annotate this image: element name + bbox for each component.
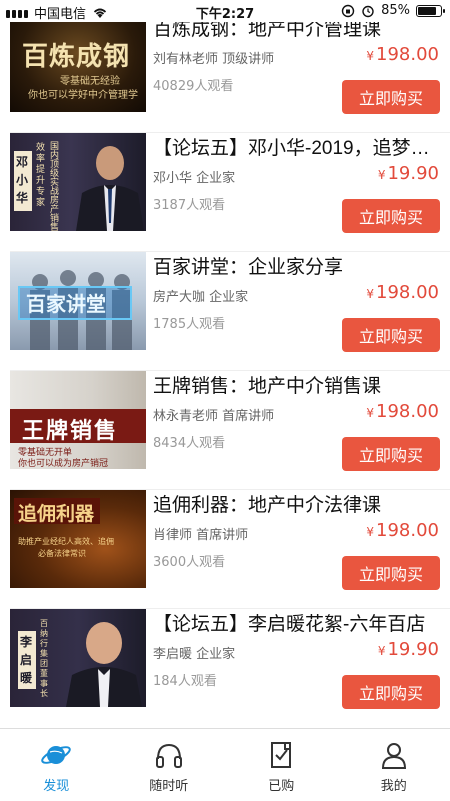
thumb-headline: 邓小华 (16, 153, 30, 207)
course-price: ¥198.00 (366, 401, 439, 422)
thumb-subtitle: 助推产业经纪人高效、追佣 (18, 536, 114, 547)
course-price: ¥198.00 (366, 282, 439, 303)
thumb-subtitle: 必备法律常识 (38, 548, 86, 559)
headphones-icon (153, 739, 185, 771)
course-teacher: 林永青老师 首席讲师 (153, 405, 274, 424)
course-teacher: 房产大咖 企业家 (153, 286, 248, 305)
thumb-headline: 百家讲堂 (26, 288, 106, 317)
course-viewers: 1785人观看 (153, 313, 225, 332)
thumb-headline: 百炼成钢 (22, 36, 130, 73)
speaker-photo (66, 133, 146, 231)
thumb-subtitle: 百纳行集团董事长 (40, 619, 50, 699)
buy-now-button[interactable]: 立即购买 (342, 556, 440, 590)
course-thumbnail[interactable]: 邓小华 效率提升专家 国内顶级实战房产销售 (10, 133, 146, 231)
course-teacher: 李启暖 企业家 (153, 643, 235, 662)
course-title[interactable]: 王牌销售：地产中介销售课 (153, 371, 443, 398)
buy-now-button[interactable]: 立即购买 (342, 80, 440, 114)
course-thumbnail[interactable]: 王牌销售 零基础无开单 你也可以成为房产销冠 (10, 371, 146, 469)
course-item[interactable]: 李启暖 百纳行集团董事长 【论坛五】李启暖花絮-六年百店 李启暖 企业家 ¥19… (0, 609, 450, 728)
course-teacher: 肖律师 首席讲师 (153, 524, 248, 543)
course-title[interactable]: 【论坛五】李启暖花絮-六年百店 (153, 609, 443, 636)
course-thumbnail[interactable]: 百炼成钢 零基础无经验 你也可以学好中介管理学 (10, 14, 146, 112)
course-viewers: 3600人观看 (153, 551, 225, 570)
course-title[interactable]: 百家讲堂：企业家分享 (153, 252, 443, 279)
buy-now-button[interactable]: 立即购买 (342, 199, 440, 233)
battery-percent: 85% (381, 3, 410, 18)
course-viewers: 3187人观看 (153, 194, 225, 213)
thumb-subtitle: 零基础无经验 (60, 72, 120, 87)
buy-now-button[interactable]: 立即购买 (342, 437, 440, 471)
course-price: ¥19.90 (378, 163, 439, 184)
course-item[interactable]: 百家讲堂 百家讲堂：企业家分享 房产大咖 企业家 ¥198.00 1785人观看… (0, 252, 450, 371)
thumb-headline: 王牌销售 (22, 413, 118, 445)
course-thumbnail[interactable]: 百家讲堂 (10, 252, 146, 350)
thumb-subtitle: 国内顶级实战房产销售 (50, 143, 62, 231)
course-price: ¥19.90 (378, 639, 439, 660)
buy-now-button[interactable]: 立即购买 (342, 675, 440, 709)
course-viewers: 40829人观看 (153, 75, 233, 94)
course-title[interactable]: 追佣利器：地产中介法律课 (153, 490, 443, 517)
tab-discover[interactable]: 发现 (0, 729, 113, 801)
thumb-headline: 追佣利器 (18, 499, 94, 526)
tab-mine[interactable]: 我的 (338, 729, 450, 801)
purchased-check-icon (265, 739, 297, 771)
buy-now-button[interactable]: 立即购买 (342, 318, 440, 352)
tab-purchased[interactable]: 已购 (225, 729, 338, 801)
bottom-tab-bar: 发现 随时听 已购 我的 (0, 728, 450, 801)
course-list[interactable]: 百炼成钢 零基础无经验 你也可以学好中介管理学 百炼成钢：地产中介管理课 刘有林… (0, 0, 450, 728)
tab-label: 已购 (268, 775, 294, 794)
course-viewers: 8434人观看 (153, 432, 225, 451)
course-item[interactable]: 追佣利器 助推产业经纪人高效、追佣 必备法律常识 追佣利器：地产中介法律课 肖律… (0, 490, 450, 609)
course-price: ¥198.00 (366, 44, 439, 65)
planet-icon (40, 739, 72, 771)
thumb-subtitle: 你也可以学好中介管理学 (28, 86, 138, 101)
lock-rotation-icon (341, 4, 355, 18)
course-item[interactable]: 邓小华 效率提升专家 国内顶级实战房产销售 【论坛五】邓小华-2019，追梦新时… (0, 133, 450, 252)
course-teacher: 邓小华 企业家 (153, 167, 235, 186)
status-bar: 中国电信 下午2:27 85% (0, 0, 450, 22)
tab-label: 我的 (381, 775, 407, 794)
battery-icon (416, 5, 442, 17)
tab-listen[interactable]: 随时听 (113, 729, 226, 801)
course-thumbnail[interactable]: 李启暖 百纳行集团董事长 (10, 609, 146, 707)
course-viewers: 184人观看 (153, 670, 217, 689)
course-item[interactable]: 百炼成钢 零基础无经验 你也可以学好中介管理学 百炼成钢：地产中介管理课 刘有林… (0, 14, 450, 133)
course-item[interactable]: 王牌销售 零基础无开单 你也可以成为房产销冠 王牌销售：地产中介销售课 林永青老… (0, 371, 450, 490)
course-thumbnail[interactable]: 追佣利器 助推产业经纪人高效、追佣 必备法律常识 (10, 490, 146, 588)
thumb-headline: 李启暖 (20, 633, 34, 687)
course-teacher: 刘有林老师 顶级讲师 (153, 48, 274, 67)
thumb-subtitle: 你也可以成为房产销冠 (18, 456, 108, 469)
tab-label: 随时听 (149, 775, 188, 794)
tab-label: 发现 (43, 775, 69, 794)
course-title[interactable]: 【论坛五】邓小华-2019，追梦新时代 (153, 133, 443, 160)
course-price: ¥198.00 (366, 520, 439, 541)
user-icon (378, 739, 410, 771)
speaker-photo (60, 609, 146, 707)
thumb-subtitle: 效率提升专家 (36, 143, 48, 209)
alarm-icon (361, 4, 375, 18)
